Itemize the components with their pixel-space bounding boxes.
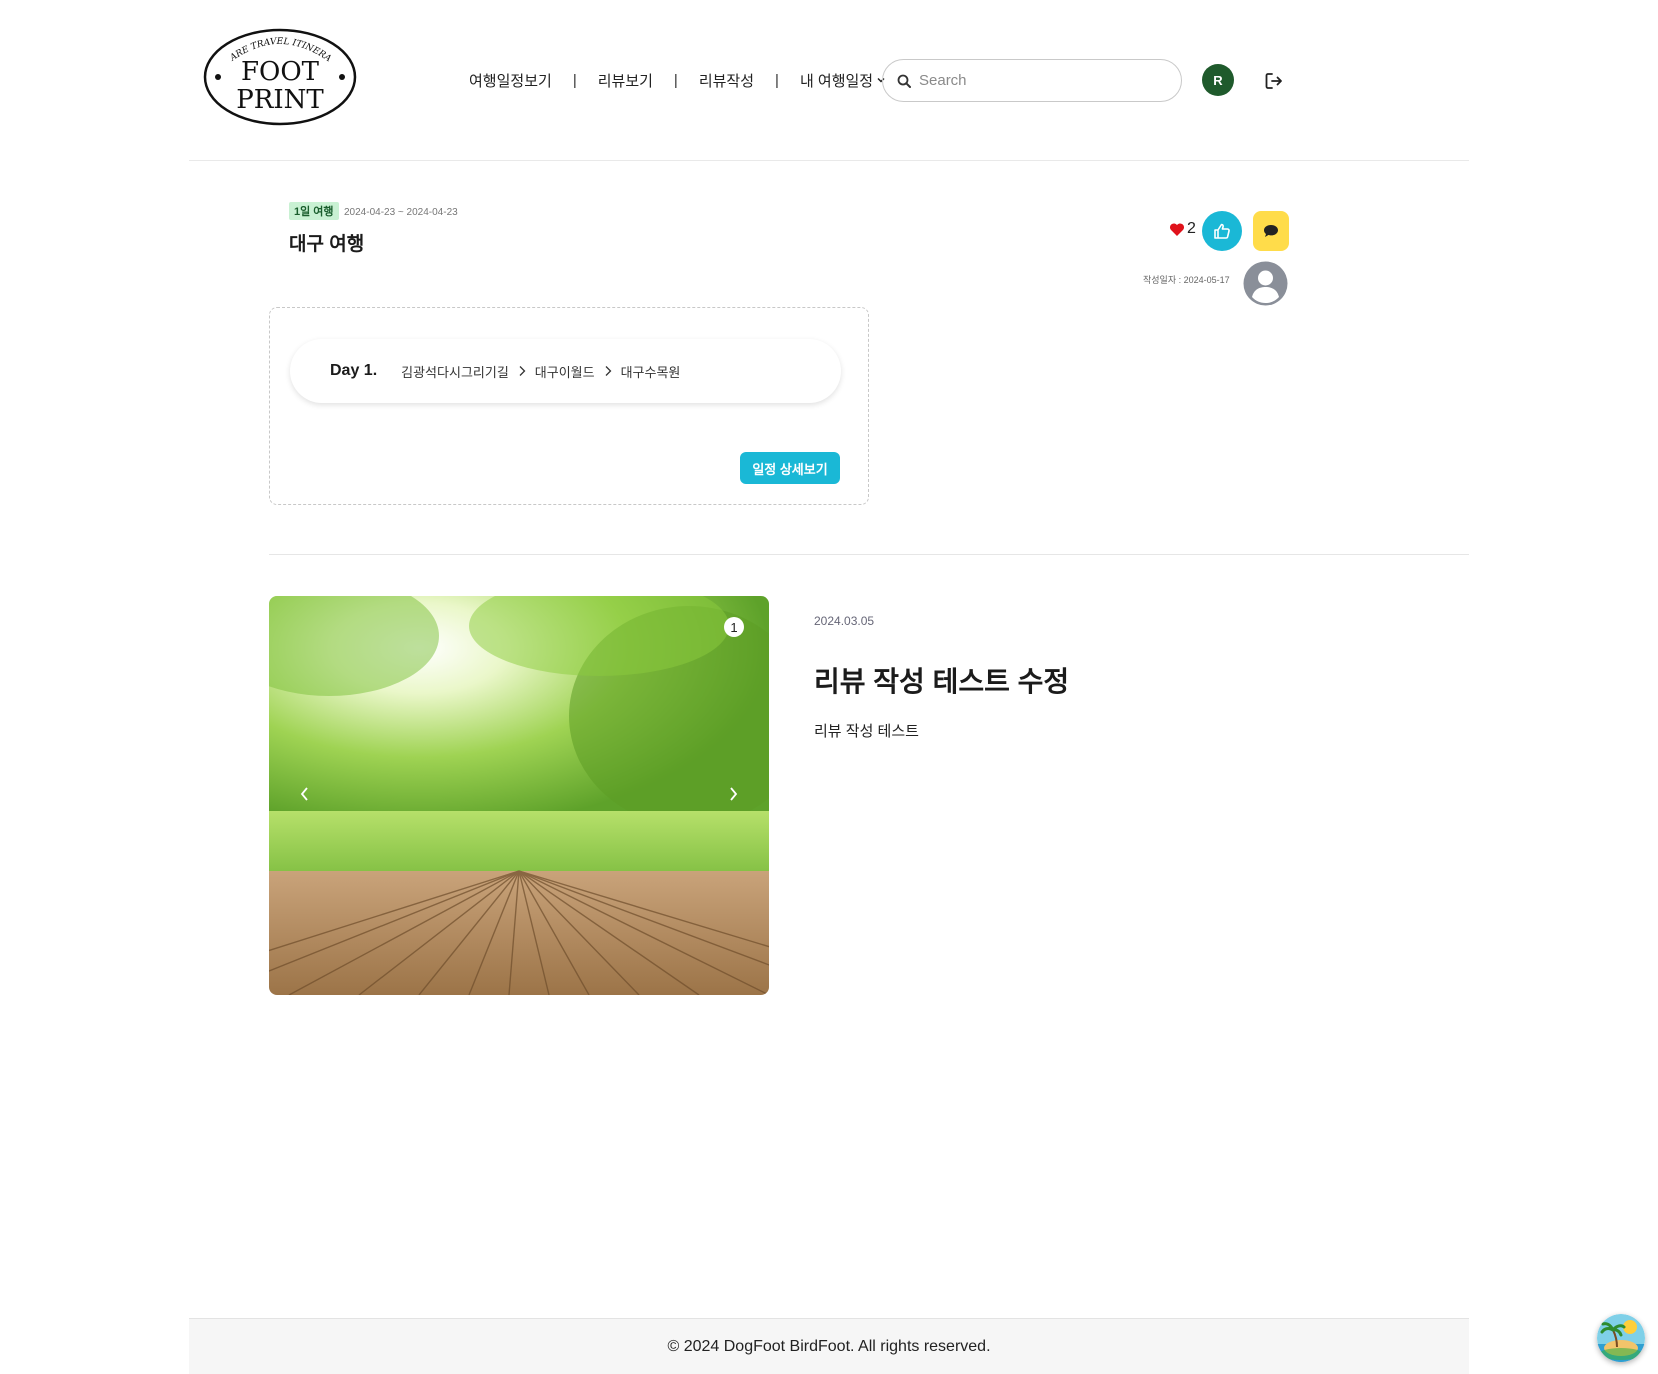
main-nav: 여행일정보기 | 리뷰보기 | 리뷰작성 | 내 여행일정 (469, 66, 886, 94)
review-title: 리뷰 작성 테스트 수정 (814, 666, 1070, 697)
user-avatar[interactable]: R (1202, 64, 1234, 96)
review-body: 리뷰 작성 테스트 (814, 723, 919, 740)
site-logo[interactable]: SHARE TRAVEL ITINERARY FOOT PRINT (198, 21, 357, 126)
nav-write-review[interactable]: 리뷰작성 (699, 70, 754, 91)
day-label: Day 1. (330, 362, 378, 379)
written-date: 작성일자 : 2024-05-17 (1143, 275, 1230, 285)
nav-separator: | (572, 71, 577, 89)
floating-travel-button[interactable] (1597, 1314, 1645, 1362)
thumbs-up-icon (1214, 223, 1230, 239)
nav-view-itineraries[interactable]: 여행일정보기 (469, 70, 552, 91)
search-icon (897, 74, 911, 88)
carousel-next-button[interactable] (721, 782, 745, 806)
nav-my-itineraries-dropdown[interactable]: 내 여행일정 (800, 70, 886, 91)
schedule-summary: Day 1. 김광석다시그리기길 대구이월드 대구수목원 일정 상세보기 (269, 307, 869, 505)
carousel-prev-button[interactable] (293, 782, 317, 806)
footprint-logo-icon: SHARE TRAVEL ITINERARY FOOT PRINT (198, 21, 357, 126)
image-counter: 1 (724, 617, 744, 637)
route-stop: 대구이월드 (534, 364, 595, 380)
chevron-right-icon (605, 366, 612, 376)
search-box (882, 59, 1182, 102)
svg-text:PRINT: PRINT (236, 85, 324, 115)
like-count-value: 2 (1187, 220, 1196, 237)
user-circle-icon (1243, 261, 1288, 306)
trip-dates: 2024-04-23 ~ 2024-04-23 (344, 207, 458, 218)
logout-button[interactable] (1263, 70, 1285, 92)
nav-separator: | (775, 71, 779, 89)
svg-text:FOOT: FOOT (241, 57, 320, 87)
like-count: 2 (1169, 220, 1196, 238)
review-date: 2024.03.05 (814, 614, 875, 628)
nav-separator: | (673, 71, 678, 89)
site-footer: © 2024 DogFoot BirdFoot. All rights rese… (189, 1318, 1469, 1374)
review-image-carousel[interactable]: 1 (269, 596, 769, 995)
speech-bubble-icon (1264, 225, 1278, 237)
chevron-right-icon (730, 787, 738, 801)
nav-my-itineraries-label: 내 여행일정 (799, 72, 874, 90)
route-stop: 김광석다시그리기길 (401, 364, 509, 380)
author-avatar[interactable] (1243, 261, 1288, 306)
route-stop: 대구수목원 (620, 364, 681, 380)
search-input[interactable] (919, 72, 1149, 89)
section-divider (269, 554, 1469, 555)
like-button[interactable] (1202, 211, 1242, 251)
view-schedule-detail-button[interactable]: 일정 상세보기 (740, 452, 840, 484)
review-photo (269, 596, 769, 995)
chevron-left-icon (300, 787, 308, 801)
chevron-right-icon (519, 366, 526, 376)
trip-title: 대구 여행 (289, 234, 365, 255)
palm-island-icon (1597, 1314, 1645, 1362)
day-route: Day 1. 김광석다시그리기길 대구이월드 대구수목원 (290, 339, 841, 403)
copyright-text: © 2024 DogFoot BirdFoot. All rights rese… (667, 1337, 991, 1355)
heart-icon (1169, 222, 1185, 236)
comment-button[interactable] (1253, 211, 1289, 251)
logout-icon (1265, 73, 1282, 89)
site-header: SHARE TRAVEL ITINERARY FOOT PRINT 여행일정보기… (189, 0, 1469, 161)
nav-view-reviews[interactable]: 리뷰보기 (598, 70, 653, 91)
trip-duration-badge: 1일 여행 (289, 202, 339, 220)
